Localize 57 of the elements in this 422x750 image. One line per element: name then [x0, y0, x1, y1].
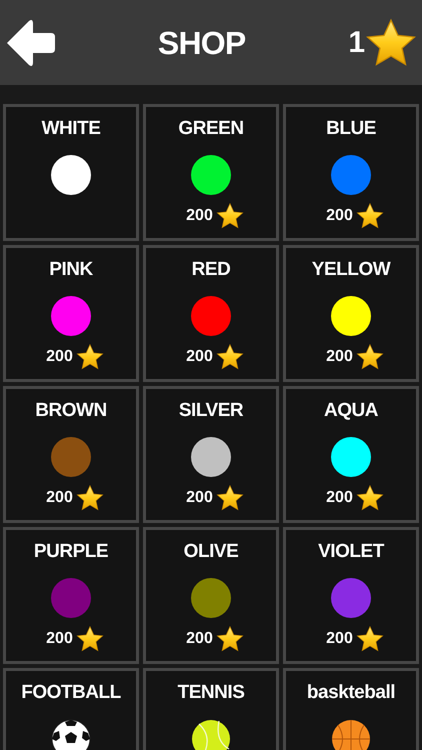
price-label: 200 [186, 346, 213, 367]
star-icon [76, 484, 104, 512]
shop-item-card[interactable]: SILVER 200 [143, 386, 279, 523]
shop-item-card[interactable]: OLIVE 200 [143, 527, 279, 664]
item-name: RED [192, 258, 230, 282]
star-icon [216, 484, 244, 512]
item-name: BROWN [35, 399, 107, 423]
shop-item-card[interactable]: WHITE [3, 104, 139, 241]
price-label: 200 [326, 488, 353, 508]
star-icon [216, 624, 244, 653]
shop-item-card[interactable]: BLUE 200 [283, 104, 419, 241]
shop-item-card[interactable]: RED 200 [143, 245, 279, 382]
item-name: GREEN [178, 117, 244, 141]
shop-item-card[interactable]: AQUA 200 [283, 386, 419, 523]
shop-item-card[interactable]: FOOTBALL [3, 668, 139, 750]
item-name: PURPLE [34, 540, 108, 564]
price-label: 200 [46, 488, 73, 508]
price-label: 200 [186, 628, 213, 649]
star-icon [216, 342, 244, 371]
item-name: BLUE [326, 117, 376, 141]
star-icon [76, 342, 104, 371]
page-title: SHOP [158, 24, 246, 62]
price-label: 200 [46, 346, 73, 367]
star-count: 1 [348, 25, 365, 61]
item-name: SILVER [178, 399, 244, 423]
price-label: 200 [326, 206, 353, 226]
star-icon [356, 484, 384, 512]
star-icon [216, 202, 244, 230]
item-name: YELLOW [312, 258, 390, 282]
star-icon [356, 624, 384, 653]
item-name: OLIVE [184, 540, 238, 564]
star-icon [356, 342, 384, 371]
price-label: 200 [186, 206, 213, 226]
item-name: FOOTBALL [21, 681, 121, 705]
item-name: VIOLET [318, 540, 384, 564]
item-name: WHITE [42, 117, 100, 141]
shop-item-card[interactable]: TENNIS [143, 668, 279, 750]
price-label: 200 [186, 488, 213, 508]
price-label: 200 [326, 628, 353, 649]
star-icon [365, 16, 417, 68]
shop-item-card[interactable]: VIOLET 200 [283, 527, 419, 664]
shop-item-card[interactable]: PURPLE 200 [3, 527, 139, 664]
back-arrow-icon[interactable] [5, 18, 55, 68]
item-name: TENNIS [178, 681, 244, 705]
shop-item-card[interactable]: YELLOW 200 [283, 245, 419, 382]
shop-item-card[interactable]: PINK 200 [3, 245, 139, 382]
shop-item-card[interactable]: GREEN 200 [143, 104, 279, 241]
item-name: PINK [49, 258, 93, 282]
basketball-icon [331, 718, 371, 750]
shop-item-card[interactable]: BROWN 200 [3, 386, 139, 523]
star-icon [356, 202, 384, 230]
item-name: baskteball [306, 681, 396, 705]
item-name: AQUA [324, 399, 378, 423]
price-label: 200 [46, 628, 73, 649]
shop-item-card[interactable]: baskteball [283, 668, 419, 750]
price-label: 200 [326, 346, 353, 367]
star-icon [76, 624, 104, 653]
